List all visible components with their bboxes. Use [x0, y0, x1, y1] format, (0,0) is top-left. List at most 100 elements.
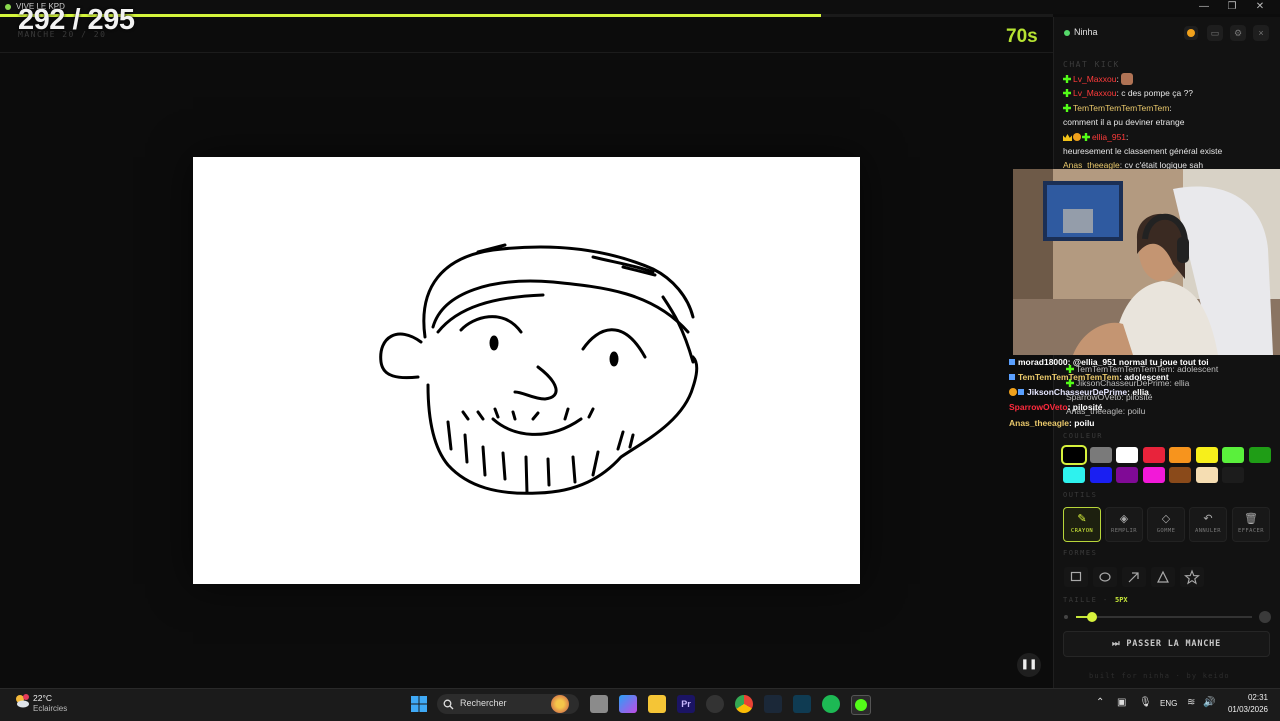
color-section-label: COULEUR [1063, 432, 1104, 440]
chat-message-text: comment il a pu deviner etrange [1063, 117, 1185, 127]
color-swatch[interactable] [1142, 447, 1165, 463]
overlay-chat-message: TemTemTemTemTemTem: adolescent [1009, 372, 1169, 382]
triangle-icon [1157, 570, 1169, 583]
kick-badge-icon [1063, 89, 1071, 97]
undo-icon: ↶ [1203, 513, 1213, 525]
windows-start-icon[interactable] [410, 695, 428, 713]
close-panel-icon[interactable]: × [1253, 25, 1269, 41]
ellipse-shape-button[interactable] [1093, 567, 1117, 587]
custom-color-swatch[interactable] [1222, 467, 1244, 483]
triangle-shape-button[interactable] [1151, 567, 1175, 587]
task-view-icon[interactable] [590, 695, 608, 713]
chevron-up-icon[interactable]: ⌃ [1096, 697, 1104, 708]
wifi-icon[interactable]: ≋ [1187, 697, 1195, 708]
file-explorer-icon[interactable] [648, 695, 666, 713]
color-swatch[interactable] [1116, 467, 1138, 483]
undo-button[interactable]: ↶ ANNULER [1189, 507, 1227, 542]
steam-icon[interactable] [764, 695, 782, 713]
skip-round-button[interactable]: ⏭ PASSER LA MANCHE [1063, 631, 1270, 657]
spotify-icon[interactable] [822, 695, 840, 713]
kick-badge-icon [1082, 133, 1090, 141]
timer: 70s [1006, 26, 1038, 47]
ellipse-icon [1099, 572, 1111, 582]
rectangle-shape-button[interactable] [1064, 567, 1088, 587]
chat-message: ellia_951: [1063, 132, 1128, 142]
size-max-icon [1259, 611, 1271, 623]
volume-icon[interactable]: 🔊 [1203, 697, 1215, 708]
pencil-tool-button[interactable]: ✎ CRAYON [1063, 507, 1101, 542]
color-swatch[interactable] [1169, 447, 1191, 463]
language-indicator[interactable]: ENG [1160, 699, 1177, 708]
color-swatch[interactable] [1248, 447, 1271, 463]
search-highlight-icon [551, 695, 569, 713]
microphone-icon[interactable]: 🎙 [1139, 697, 1152, 708]
obs-icon[interactable] [706, 695, 724, 713]
color-swatch[interactable] [1142, 467, 1165, 483]
pause-button[interactable]: ❚❚ [1017, 653, 1041, 677]
kick-badge-icon [1063, 104, 1071, 112]
round-label: MANCHE 20 / 20 [18, 30, 107, 39]
color-swatch[interactable] [1222, 447, 1244, 463]
chat-author: Lv_Maxxou [1073, 88, 1117, 98]
overlay-chat-message: Anas_theeagle: poilu [1009, 418, 1095, 428]
app-icon[interactable] [793, 695, 811, 713]
trash-icon: 🗑 [1244, 513, 1258, 525]
eraser-tool-button[interactable]: ◇ GOMME [1147, 507, 1185, 542]
drawing-canvas[interactable] [193, 157, 860, 584]
size-slider-thumb[interactable] [1086, 612, 1097, 622]
close-button[interactable]: ✕ [1246, 0, 1274, 14]
crown-icon [1063, 134, 1072, 141]
chat-message: Lv_Maxxou: [1063, 73, 1133, 85]
overlay-chat-message: morad18000: @ellia_951 normal tu joue to… [1009, 357, 1209, 367]
color-swatch[interactable] [1089, 467, 1112, 483]
coin-icon[interactable] [1184, 26, 1198, 40]
color-swatch[interactable] [1116, 447, 1138, 463]
chat-title: CHAT KICK [1063, 60, 1120, 69]
face-drawing [379, 243, 699, 495]
restore-button[interactable]: ❐ [1218, 0, 1246, 14]
temperature[interactable]: 22°C [33, 693, 52, 703]
color-swatch[interactable] [1061, 445, 1087, 465]
weather-description[interactable]: Eclaircies [33, 704, 67, 713]
chat-message: Lv_Maxxou: c des pompe ça ?? [1063, 88, 1193, 98]
monitor-icon[interactable]: ▭ [1207, 25, 1223, 41]
weather-icon[interactable] [13, 692, 31, 710]
color-swatch[interactable] [1089, 447, 1112, 463]
pencil-icon: ✎ [1077, 513, 1087, 525]
arrow-shape-button[interactable] [1122, 567, 1146, 587]
color-swatch[interactable] [1195, 467, 1218, 483]
size-value: 5PX [1115, 596, 1128, 604]
footer-credit: built for ninha · by keido [1089, 672, 1230, 680]
clock-date[interactable]: 01/03/2026 [1218, 705, 1268, 714]
round-progress-track [0, 14, 1053, 17]
premiere-pro-icon[interactable]: Pr [677, 695, 695, 713]
gear-icon[interactable]: ⚙ [1230, 25, 1246, 41]
clock-time[interactable]: 02:31 [1232, 693, 1268, 702]
copilot-icon[interactable] [619, 695, 637, 713]
eraser-icon: ◇ [1161, 513, 1171, 525]
star-icon [1184, 569, 1200, 585]
kick-badge-icon [1063, 75, 1071, 83]
chat-author: TemTemTemTemTemTem [1073, 103, 1170, 113]
fill-tool-button[interactable]: ◈ REMPLIR [1105, 507, 1143, 542]
chat-message: TemTemTemTemTemTem: [1063, 103, 1172, 113]
color-swatch[interactable] [1195, 447, 1218, 463]
tray-app-icon[interactable]: ▣ [1117, 697, 1126, 708]
minimize-button[interactable]: — [1190, 0, 1218, 14]
clear-button[interactable]: 🗑 EFFACER [1232, 507, 1270, 542]
rectangle-icon [1070, 571, 1082, 582]
active-app-icon[interactable] [851, 695, 871, 715]
tools-section-label: OUTILS [1063, 491, 1098, 499]
badge-icon [1009, 388, 1017, 396]
badge-icon [1073, 133, 1081, 141]
search-icon [443, 699, 454, 710]
size-slider-track[interactable] [1076, 616, 1252, 618]
star-shape-button[interactable] [1180, 567, 1204, 587]
chat-message-text: heuresement le classement général existe [1063, 146, 1223, 156]
arrow-icon [1128, 572, 1139, 583]
color-swatch[interactable] [1169, 467, 1191, 483]
twitch-badge-icon [1018, 389, 1024, 395]
color-swatch[interactable] [1063, 467, 1085, 483]
webcam-image [1013, 169, 1280, 355]
chrome-icon[interactable] [735, 695, 753, 713]
